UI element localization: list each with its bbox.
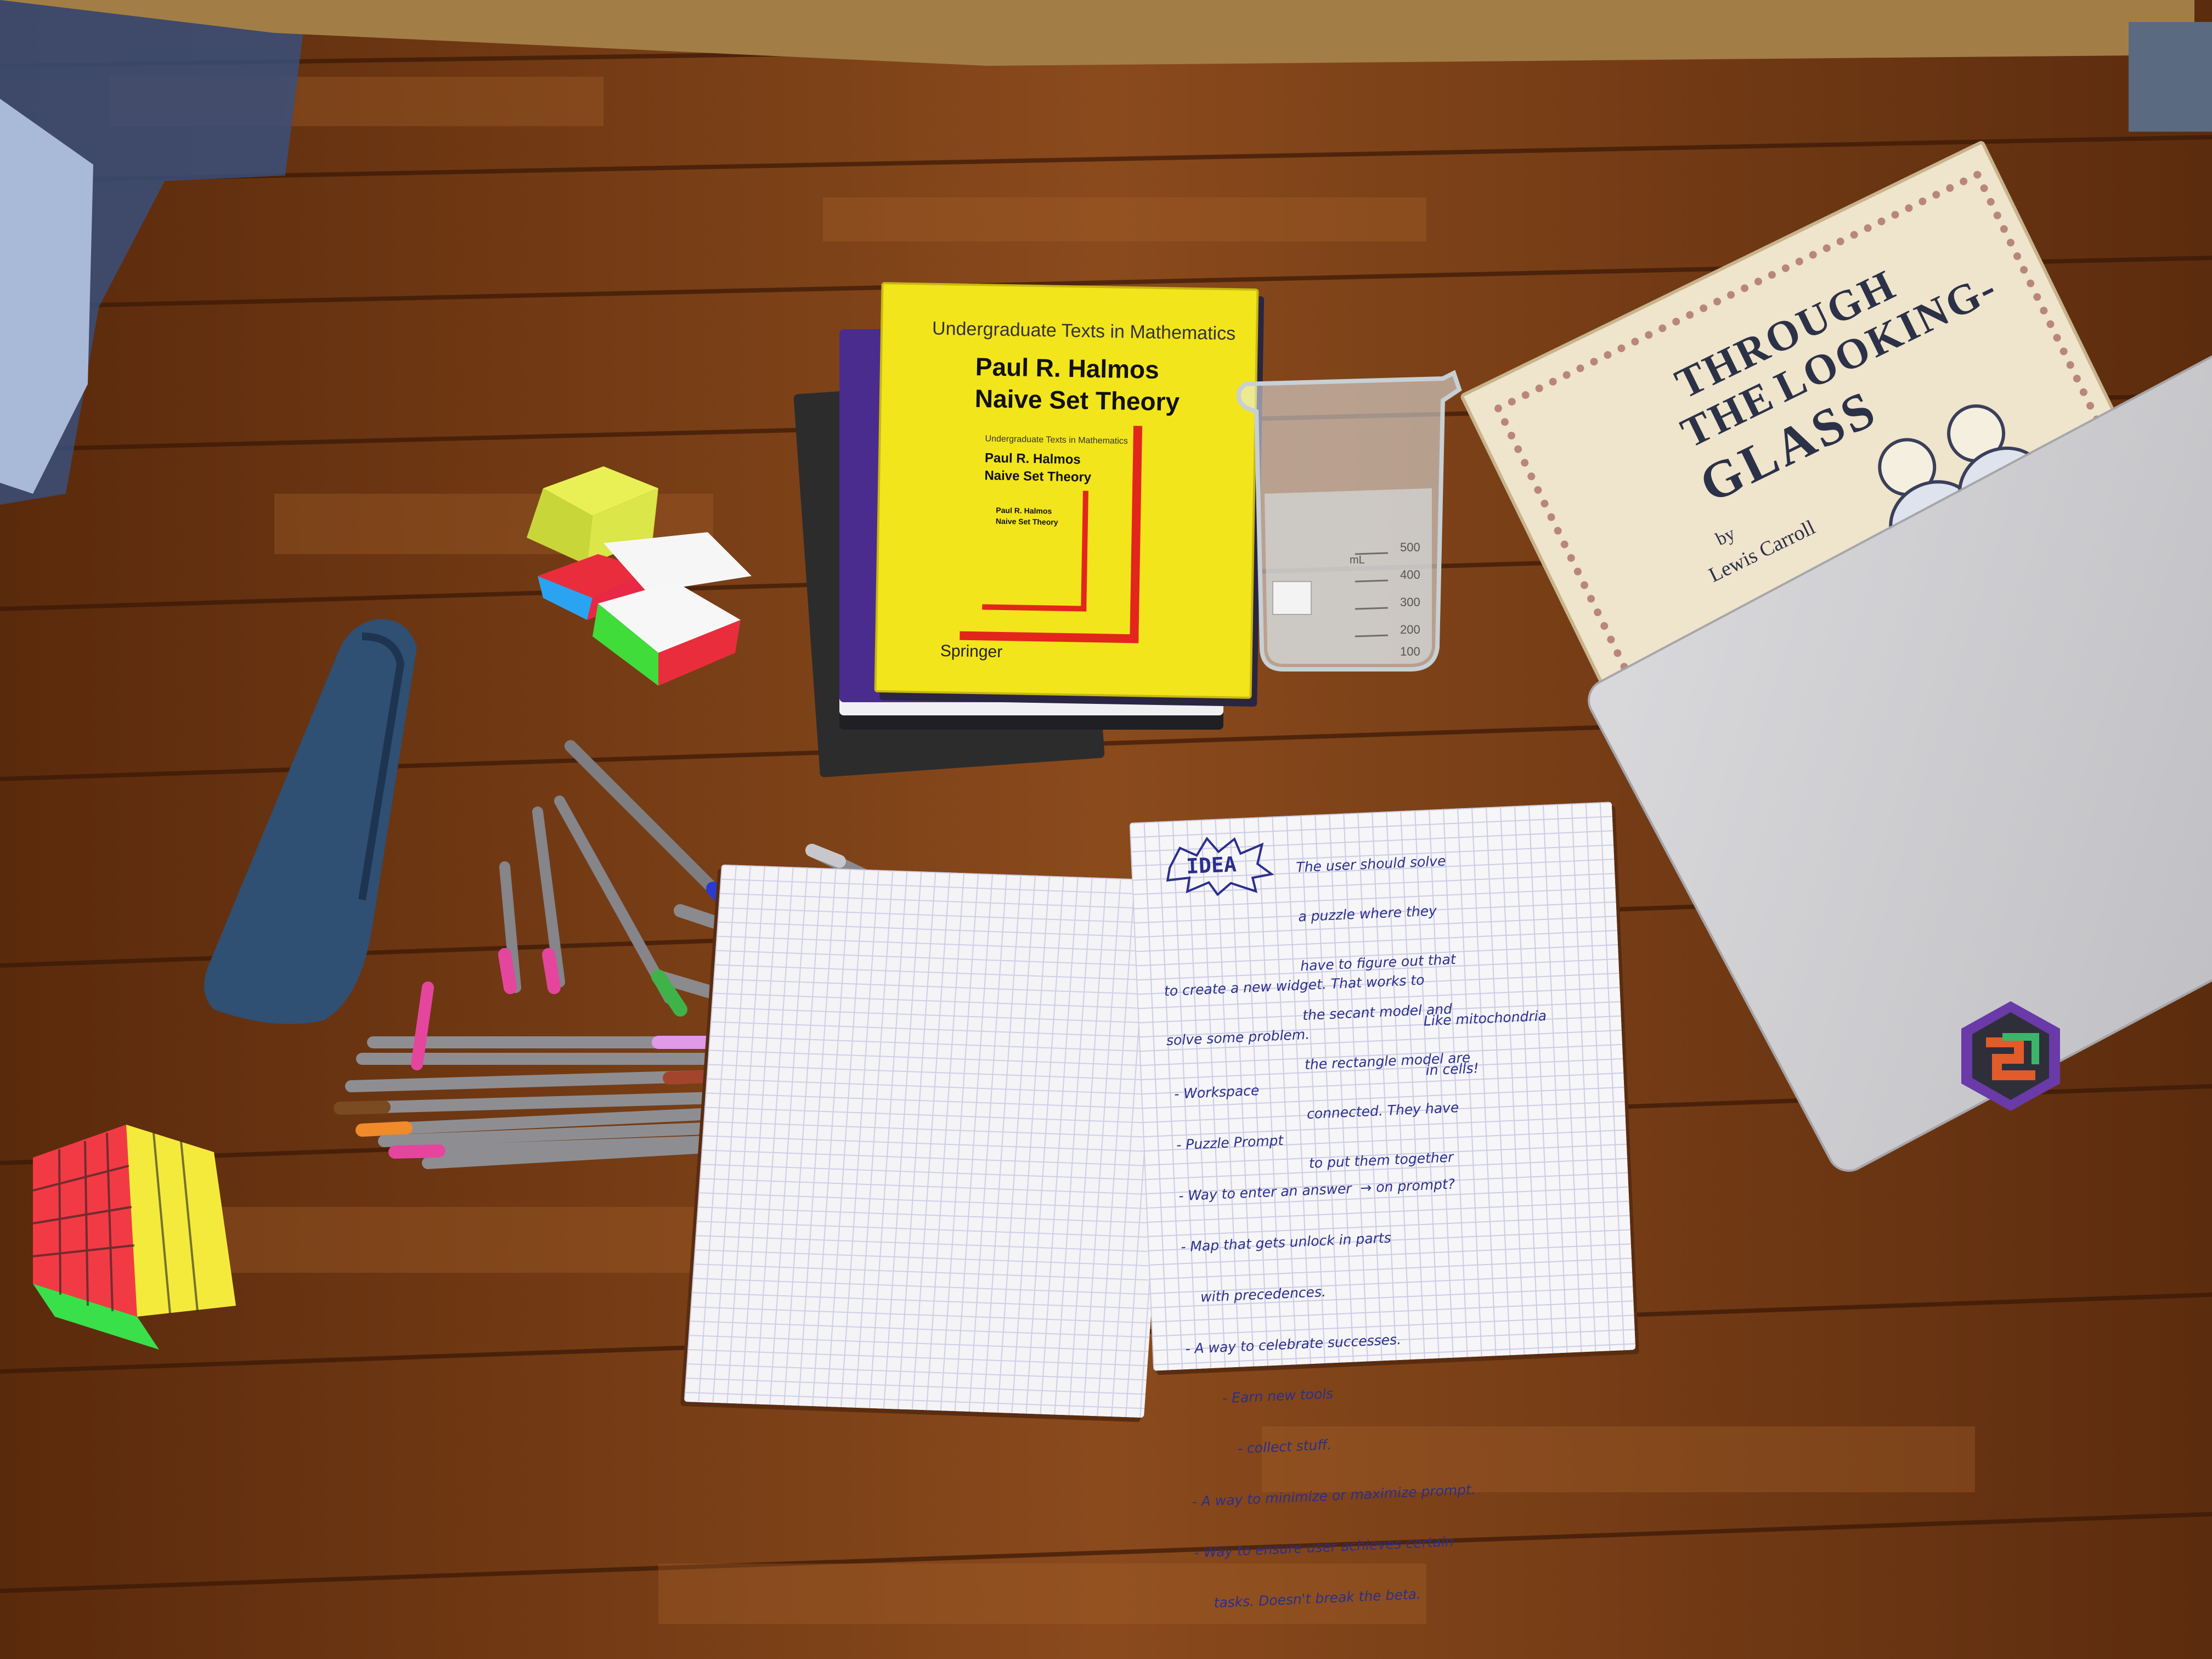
beaker-mark-100: 100 [1400, 645, 1420, 658]
book-naive-set-theory: Undergraduate Texts in Mathematics Paul … [874, 282, 1259, 699]
cover-inner2-author: Paul R. Halmos [996, 505, 1052, 516]
note-line: to create a new widget. That works to [1164, 972, 1425, 1000]
rubiks-cube-icon [527, 466, 752, 686]
glass-beaker [1237, 370, 1462, 672]
list-item: - Puzzle Prompt [1176, 1132, 1284, 1153]
beaker-mark-200: 200 [1400, 623, 1420, 636]
book-publisher: Springer [940, 642, 1003, 662]
note-line: The user should solve [1295, 853, 1446, 876]
book-title: Naive Set Theory [974, 384, 1180, 416]
beaker-mark-400: 400 [1400, 568, 1420, 582]
cover-recursive-frame-inner: Paul R. Halmos Naive Set Theory [982, 489, 1088, 612]
note-list: - Workspace - Puzzle Prompt - Way to ent… [1172, 1039, 1482, 1646]
cover-recursive-frame: Undergraduate Texts in Mathematics Paul … [960, 422, 1143, 644]
note-line: Like mitochondria [1423, 1007, 1547, 1029]
book-series: Undergraduate Texts in Mathematics [932, 318, 1236, 345]
beaker-unit: mL [1350, 554, 1365, 566]
list-item: with precedences. [1182, 1283, 1327, 1306]
list-item: tasks. Doesn't break the beta. [1196, 1585, 1421, 1612]
photo-scene: Undergraduate Texts in Mathematics Paul … [0, 0, 2212, 1659]
list-item: - A way to minimize or maximize prompt. [1192, 1481, 1476, 1510]
list-item: - Way to enter an answer → on prompt? [1178, 1176, 1455, 1204]
cover-inner-title: Naive Set Theory [984, 468, 1092, 485]
note-line: a puzzle where they [1297, 902, 1437, 925]
open-notebook: IDEA The user should solve a puzzle wher… [680, 802, 1646, 1611]
cover-inner-series: Undergraduate Texts in Mathematics [985, 434, 1128, 446]
notebook-left-page [684, 864, 1182, 1418]
cover-inner-author: Paul R. Halmos [984, 450, 1081, 467]
hexagon-sticker-icon [1961, 1001, 2060, 1111]
list-item: - Way to ensure user achieves certain [1194, 1533, 1454, 1561]
beaker-mark-300: 300 [1400, 595, 1420, 609]
list-item: - A way to celebrate successes. [1184, 1331, 1402, 1357]
rubiks-cube-icon [32, 1125, 236, 1350]
list-item: - Map that gets unlock in parts [1180, 1229, 1392, 1255]
cover-inner2-title: Naive Set Theory [995, 516, 1058, 527]
notebook-right-page: IDEA The user should solve a puzzle wher… [1129, 802, 1636, 1611]
list-item: - Workspace [1173, 1082, 1260, 1102]
list-item: - Earn new tools [1187, 1385, 1334, 1408]
list-item: - collect stuff. [1189, 1436, 1332, 1459]
book-author: Paul R. Halmos [975, 352, 1160, 384]
idea-label: IDEA [1186, 852, 1237, 879]
beaker-mark-500: 500 [1400, 540, 1420, 554]
